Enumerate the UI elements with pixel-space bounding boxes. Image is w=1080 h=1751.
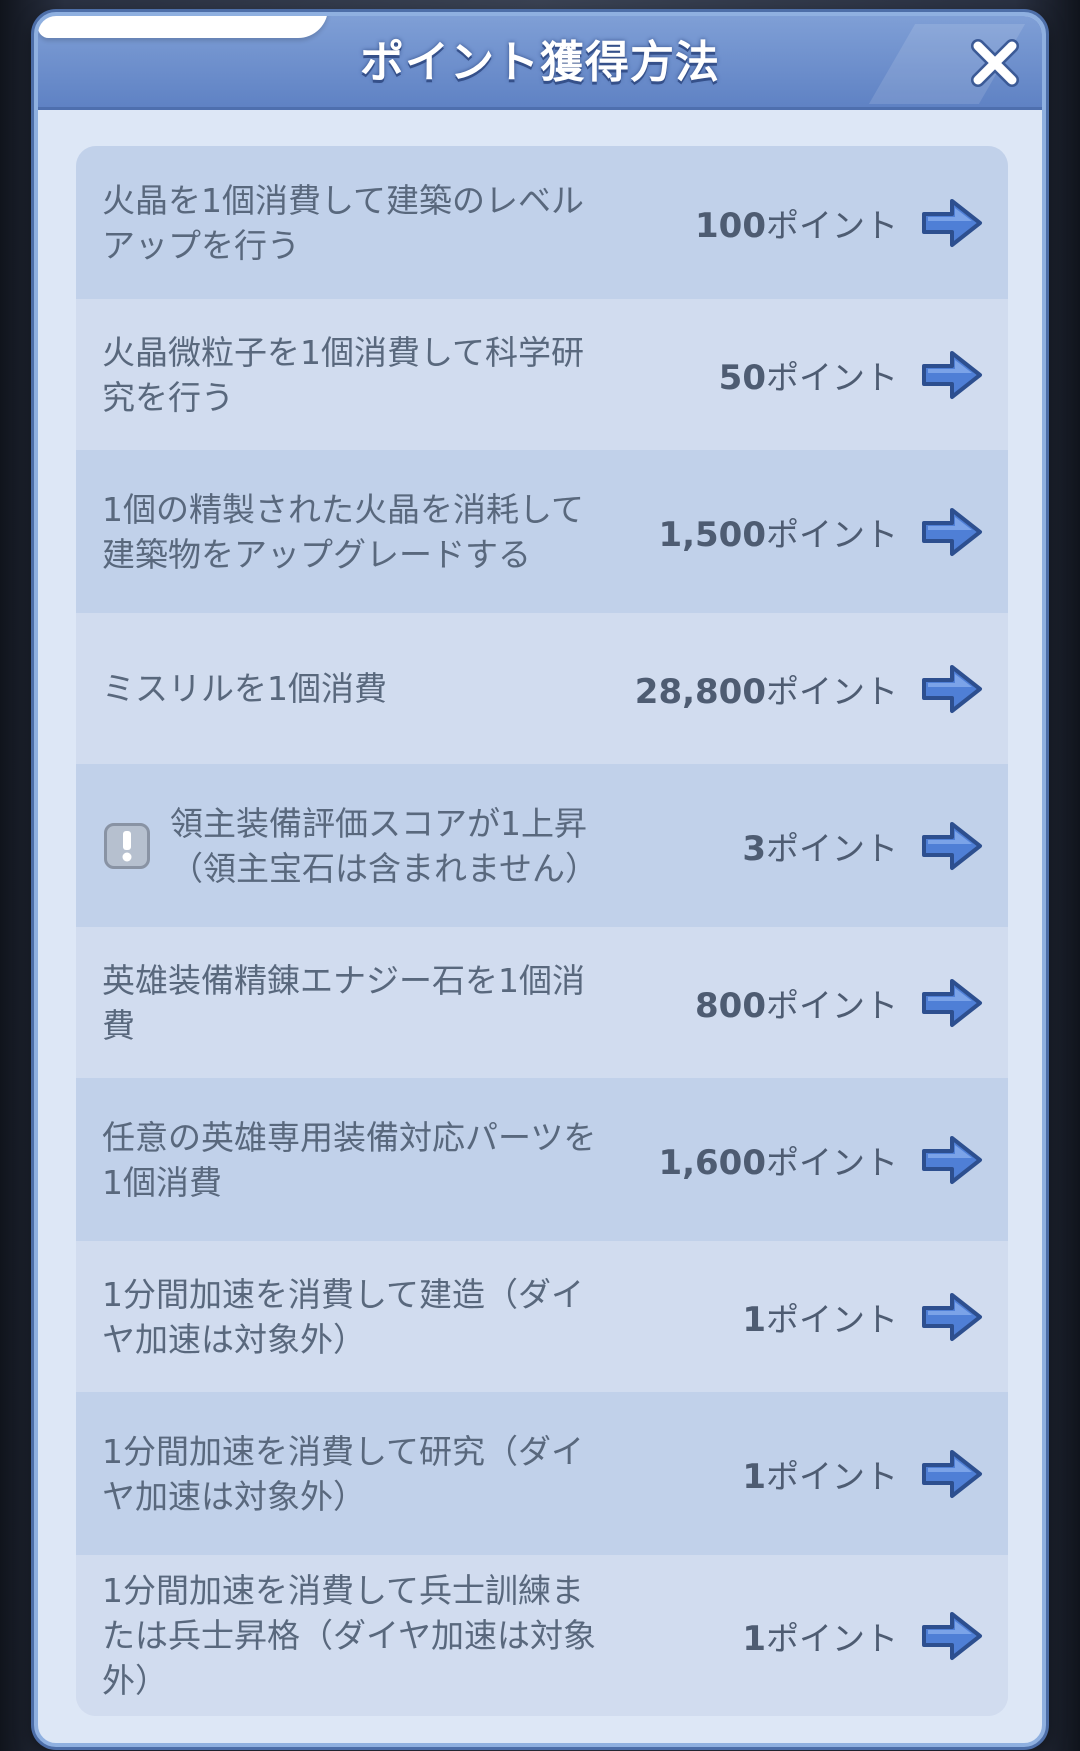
- item-points: 1,500ポイント: [658, 508, 898, 556]
- item-points: 800ポイント: [695, 979, 898, 1027]
- points-unit: ポイント: [766, 1142, 898, 1182]
- goto-button[interactable]: [920, 821, 984, 871]
- item-description: 1分間加速を消費して兵士訓練または兵士昇格（ダイヤ加速は対象外）: [102, 1571, 597, 1700]
- list-item: 1分間加速を消費して建造（ダイヤ加速は対象外） 1ポイント: [76, 1241, 1008, 1392]
- item-description: 火晶微粒子を1個消費して科学研究を行う: [102, 332, 585, 417]
- arrow-right-icon: [922, 507, 982, 556]
- item-description: 1個の精製された火晶を消耗して建築物をアップグレードする: [102, 489, 585, 574]
- points-unit: ポイント: [766, 1299, 898, 1339]
- arrow-right-icon: [922, 978, 982, 1027]
- goto-button[interactable]: [920, 978, 984, 1028]
- points-unit: ポイント: [766, 1456, 898, 1496]
- arrow-right-icon: [922, 664, 982, 713]
- arrow-right-icon: [922, 1292, 982, 1341]
- goto-button[interactable]: [920, 1611, 984, 1661]
- goto-button[interactable]: [920, 1292, 984, 1342]
- arrow-right-icon: [922, 350, 982, 399]
- points-value: 1: [742, 1618, 766, 1659]
- item-points: 100ポイント: [695, 199, 898, 247]
- goto-button[interactable]: [920, 664, 984, 714]
- arrow-right-icon: [922, 821, 982, 870]
- item-points: 1ポイント: [742, 1612, 898, 1660]
- item-description: 1分間加速を消費して建造（ダイヤ加速は対象外）: [102, 1274, 585, 1359]
- item-description: 任意の英雄専用装備対応パーツを1個消費: [102, 1117, 597, 1202]
- close-icon: [971, 39, 1019, 87]
- points-dialog: ポイント獲得方法 火晶を1個消費して建築のレベルアップを行う 100ポイント 火…: [34, 12, 1046, 1747]
- points-unit: ポイント: [766, 828, 898, 868]
- item-description: 1分間加速を消費して研究（ダイヤ加速は対象外）: [102, 1431, 585, 1516]
- list-item: 任意の英雄専用装備対応パーツを1個消費 1,600ポイント: [76, 1078, 1008, 1241]
- item-points: 1,600ポイント: [658, 1136, 898, 1184]
- goto-button[interactable]: [920, 1135, 984, 1185]
- points-unit: ポイント: [766, 514, 898, 554]
- list-item: 1分間加速を消費して研究（ダイヤ加速は対象外） 1ポイント: [76, 1392, 1008, 1555]
- arrow-right-icon: [922, 1135, 982, 1184]
- item-description: ミスリルを1個消費: [102, 669, 387, 708]
- list-item: ミスリルを1個消費 28,800ポイント: [76, 613, 1008, 764]
- item-points: 3ポイント: [742, 822, 898, 870]
- item-description: 英雄装備精錬エナジー石を1個消費: [102, 960, 585, 1045]
- exclamation-icon: [122, 830, 132, 861]
- points-value: 1,500: [658, 514, 766, 555]
- arrow-right-icon: [922, 1611, 982, 1660]
- list-item: 領主装備評価スコアが1上昇（領主宝石は含まれません） 3ポイント: [76, 764, 1008, 927]
- goto-button[interactable]: [920, 198, 984, 248]
- points-unit: ポイント: [766, 1618, 898, 1658]
- list-item: 火晶微粒子を1個消費して科学研究を行う 50ポイント: [76, 299, 1008, 450]
- points-value: 1,600: [658, 1142, 766, 1183]
- item-points: 1ポイント: [742, 1450, 898, 1498]
- item-points: 1ポイント: [742, 1293, 898, 1341]
- close-button[interactable]: [966, 34, 1024, 92]
- arrow-right-icon: [922, 198, 982, 247]
- list-item: 1分間加速を消費して兵士訓練または兵士昇格（ダイヤ加速は対象外） 1ポイント: [76, 1555, 1008, 1716]
- points-value: 1: [742, 1299, 766, 1340]
- points-value: 100: [695, 205, 766, 246]
- list-item: 1個の精製された火晶を消耗して建築物をアップグレードする 1,500ポイント: [76, 450, 1008, 613]
- dialog-title: ポイント獲得方法: [360, 37, 720, 88]
- dialog-header: ポイント獲得方法: [38, 16, 1042, 110]
- arrow-right-icon: [922, 1449, 982, 1498]
- item-description: 火晶を1個消費して建築のレベルアップを行う: [102, 180, 585, 265]
- points-value: 3: [742, 828, 766, 869]
- points-unit: ポイント: [766, 357, 898, 397]
- points-value: 800: [695, 985, 766, 1026]
- list-item: 火晶を1個消費して建築のレベルアップを行う 100ポイント: [76, 146, 1008, 299]
- goto-button[interactable]: [920, 507, 984, 557]
- points-unit: ポイント: [766, 205, 898, 245]
- points-unit: ポイント: [766, 671, 898, 711]
- item-description: 領主装備評価スコアが1上昇（領主宝石は含まれません）: [170, 803, 599, 888]
- points-list: 火晶を1個消費して建築のレベルアップを行う 100ポイント 火晶微粒子を1個消費…: [76, 146, 1008, 1716]
- points-value: 50: [718, 357, 766, 398]
- goto-button[interactable]: [920, 350, 984, 400]
- item-points: 28,800ポイント: [635, 665, 898, 713]
- points-unit: ポイント: [766, 985, 898, 1025]
- list-item: 英雄装備精錬エナジー石を1個消費 800ポイント: [76, 927, 1008, 1078]
- info-button[interactable]: [104, 822, 150, 869]
- goto-button[interactable]: [920, 1449, 984, 1499]
- points-value: 28,800: [634, 671, 766, 712]
- points-value: 1: [742, 1456, 766, 1497]
- item-points: 50ポイント: [719, 351, 898, 399]
